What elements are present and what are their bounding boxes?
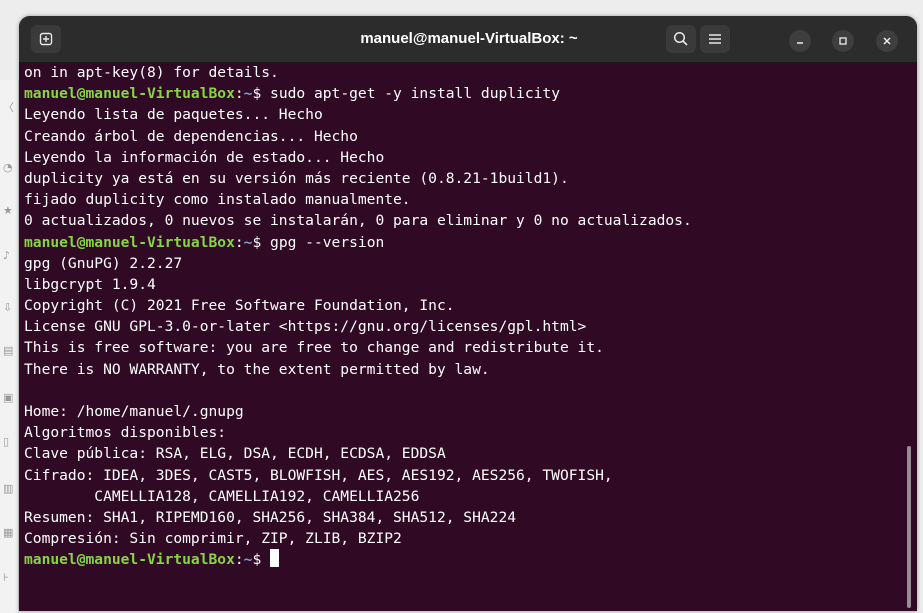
terminal-line: There is NO WARRANTY, to the extent perm… (24, 359, 903, 380)
output-text: Clave pública: RSA, ELG, DSA, ECDH, ECDS… (24, 445, 446, 463)
clock-icon: ◔ (3, 161, 13, 174)
output-text: Algoritmos disponibles: (24, 424, 227, 442)
maximize-icon (839, 37, 847, 45)
title-bar: manuel@manuel-VirtualBox: ~ (19, 16, 917, 63)
output-text: Leyendo la información de estado... Hech… (24, 148, 385, 166)
command-text: $ gpg --version (252, 233, 385, 251)
output-text: on in apt-key(8) for details. (24, 64, 279, 81)
image-icon: ▣ (3, 391, 14, 404)
terminal-output[interactable]: on in apt-key(8) for details. manuel@manu… (19, 62, 903, 611)
terminal-line: Creando árbol de dependencias... Hecho (24, 126, 903, 147)
output-text: Leyendo lista de paquetes... Hecho (24, 106, 323, 124)
output-text: duplicity ya está en su versión más reci… (24, 169, 569, 187)
output-text: Home: /home/manuel/.gnupg (24, 403, 244, 420)
output-text: License GNU GPL-3.0-or-later <https://gn… (24, 318, 587, 336)
output-text: Compresión: Sin comprimir, ZIP, ZLIB, BZ… (24, 530, 402, 548)
close-icon (883, 37, 891, 45)
terminal-line: duplicity ya está en su versión más reci… (24, 168, 903, 189)
scrollbar-thumb[interactable] (907, 446, 911, 608)
prompt-line: manuel@manuel-VirtualBox:~$ sudo apt-get… (24, 83, 903, 104)
terminal-line: on in apt-key(8) for details. (24, 62, 903, 83)
command-text: $ (252, 551, 271, 569)
document-icon: ▤ (3, 344, 14, 357)
prompt-separator: : (234, 551, 244, 569)
terminal-line: Copyright (C) 2021 Free Software Foundat… (24, 295, 903, 316)
search-button[interactable] (666, 25, 696, 53)
output-text: CAMELLIA128, CAMELLIA192, CAMELLIA256 (24, 487, 420, 505)
new-tab-icon (39, 32, 53, 46)
video-icon: ▯ (3, 435, 10, 448)
command-text: $ sudo apt-get -y install duplicity (252, 85, 560, 103)
terminal-line: gpg (GnuPG) 2.2.27 (24, 253, 903, 274)
prompt-separator: : (234, 233, 244, 251)
output-text: Creando árbol de dependencias... Hecho (24, 127, 358, 145)
output-text: This is free software: you are free to c… (24, 339, 604, 357)
terminal-line: Cifrado: IDEA, 3DES, CAST5, BLOWFISH, AE… (24, 465, 903, 486)
output-text: libgcrypt 1.9.4 (24, 275, 156, 293)
minimize-icon (797, 42, 803, 44)
terminal-line: Leyendo la información de estado... Hech… (24, 147, 903, 168)
terminal-line: libgcrypt 1.9.4 (24, 274, 903, 295)
prompt-user: manuel@manuel-VirtualBox (24, 85, 235, 103)
terminal-line: Algoritmos disponibles: (24, 422, 903, 443)
prompt-separator: : (234, 85, 244, 103)
output-text: There is NO WARRANTY, to the extent perm… (24, 360, 490, 378)
disk-icon: ▦ (3, 526, 14, 539)
search-icon (673, 31, 688, 46)
terminal-line: Home: /home/manuel/.gnupg (24, 401, 903, 422)
star-icon: ★ (3, 204, 13, 217)
output-text: 0 actualizados, 0 nuevos se instalarán, … (24, 212, 692, 230)
output-text: Copyright (C) 2021 Free Software Foundat… (24, 297, 455, 315)
prompt-line: manuel@manuel-VirtualBox:~$ gpg --versio… (24, 232, 903, 253)
terminal-line: Clave pública: RSA, ELG, DSA, ECDH, ECDS… (24, 443, 903, 464)
background-window-edge: 〈 ◔ ★ ♪ ⇩ ▤ ▣ ▯ ▥ ▦ ⊦ (0, 80, 19, 613)
new-tab-button[interactable] (31, 25, 61, 53)
minimize-button[interactable] (789, 30, 811, 52)
maximize-button[interactable] (832, 30, 854, 52)
terminal-line: Resumen: SHA1, RIPEMD160, SHA256, SHA384… (24, 507, 903, 528)
terminal-window: manuel@manuel-VirtualBox: ~ on in apt-ke… (19, 16, 917, 611)
terminal-line: Leyendo lista de paquetes... Hecho (24, 104, 903, 125)
music-icon: ♪ (3, 249, 11, 262)
terminal-line: 0 actualizados, 0 nuevos se instalarán, … (24, 210, 903, 231)
output-text: gpg (GnuPG) 2.2.27 (24, 254, 183, 272)
download-icon: ⇩ (3, 301, 13, 314)
text-cursor (270, 549, 280, 568)
terminal-line: License GNU GPL-3.0-or-later <https://gn… (24, 316, 903, 337)
output-text: fijado duplicity como instalado manualme… (24, 191, 411, 209)
hamburger-menu-icon (709, 34, 721, 44)
plus-icon: ⊦ (3, 571, 9, 584)
terminal-line: CAMELLIA128, CAMELLIA192, CAMELLIA256 (24, 486, 903, 507)
window-title: manuel@manuel-VirtualBox: ~ (360, 30, 578, 47)
prompt-user: manuel@manuel-VirtualBox (24, 551, 235, 569)
terminal-line: This is free software: you are free to c… (24, 337, 903, 358)
output-text: Cifrado: IDEA, 3DES, CAST5, BLOWFISH, AE… (24, 466, 613, 484)
menu-button[interactable] (700, 25, 730, 53)
terminal-line: Compresión: Sin comprimir, ZIP, ZLIB, BZ… (24, 528, 903, 549)
prompt-user: manuel@manuel-VirtualBox (24, 233, 235, 251)
terminal-line: fijado duplicity como instalado manualme… (24, 189, 903, 210)
active-prompt-line: manuel@manuel-VirtualBox:~$ (24, 549, 903, 570)
output-text: Resumen: SHA1, RIPEMD160, SHA256, SHA384… (24, 508, 517, 526)
trash-icon: ▥ (3, 482, 14, 495)
chevron-left-icon: 〈 (3, 101, 14, 114)
close-button[interactable] (876, 30, 898, 52)
